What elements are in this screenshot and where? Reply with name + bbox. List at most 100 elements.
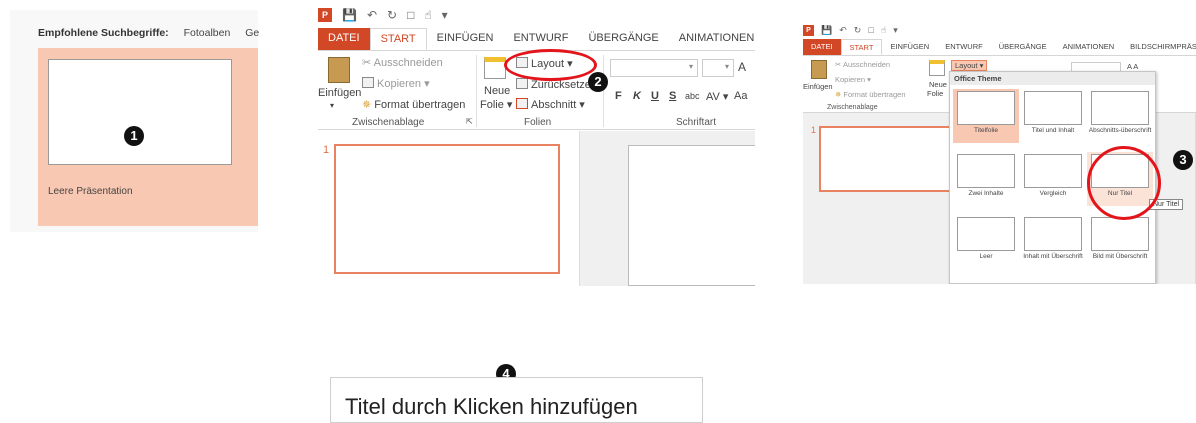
paste-button[interactable]: Einfügen [318, 87, 361, 99]
layout-thumbnail [1024, 154, 1082, 188]
layout-label: Vergleich [1039, 190, 1067, 197]
slide-thumbnail[interactable] [334, 144, 560, 274]
clipboard-dialog-launcher-icon[interactable]: ⇱ [466, 117, 473, 126]
shadow-button[interactable]: S [669, 90, 676, 102]
layout-option-leer[interactable]: Leer [953, 215, 1019, 269]
underline-button[interactable]: U [651, 90, 659, 102]
layout-option-bild-mit-ueberschrift[interactable]: Bild mit Überschrift [1087, 215, 1153, 269]
layout-option-titelfolie[interactable]: Titelfolie [953, 89, 1019, 143]
change-case-button[interactable]: Aa [734, 90, 747, 102]
cut-button[interactable]: ✂ Ausschneiden [362, 56, 443, 69]
quick-access-toolbar: P 💾 ↶ ↻ □ ☝ ▾ [318, 4, 448, 26]
slides-group-label: Folien [524, 117, 552, 128]
font-grow-shrink-buttons[interactable]: A A [1127, 62, 1138, 71]
strikethrough-button[interactable]: abc [685, 91, 700, 101]
highlight-ring [1087, 146, 1161, 220]
blank-presentation-tile[interactable]: 1 Leere Präsentation [38, 48, 258, 226]
blank-presentation-label: Leere Präsentation [48, 186, 133, 197]
slide-number: 1 [323, 144, 330, 156]
layout-gallery-panel: P 💾 ↶ ↻ □ ☝ ▾ DATEI START EINFÜGEN ENTWU… [803, 22, 1196, 284]
layout-option-inhalt-mit-ueberschrift[interactable]: Inhalt mit Überschrift [1020, 215, 1086, 269]
clipboard-group-label: Zwischenablage [352, 117, 425, 128]
redo-icon[interactable]: ↻ [854, 25, 862, 36]
tab-start[interactable]: START [840, 39, 883, 55]
suggested-search-truncated[interactable]: Ge [245, 27, 259, 39]
customize-qat-icon[interactable]: ▾ [442, 8, 448, 22]
undo-icon[interactable]: ↶ [839, 25, 847, 36]
chevron-down-icon: ▾ [724, 62, 729, 71]
tab-datei[interactable]: DATEI [318, 28, 370, 50]
layout-option-zwei-inhalte[interactable]: Zwei Inhalte [953, 152, 1019, 206]
bold-button[interactable]: F [615, 90, 622, 102]
touch-mode-icon[interactable]: ☝ [424, 8, 431, 22]
layout-label: Zwei Inhalte [968, 190, 1004, 197]
title-placeholder-box[interactable]: Titel durch Klicken hinzufügen [330, 377, 703, 423]
new-slide-label-1[interactable]: Neue [484, 85, 510, 97]
slide-editor-area [580, 131, 755, 286]
font-name-combobox[interactable]: ▾ [610, 59, 698, 77]
blank-presentation-thumbnail [48, 59, 232, 165]
tab-uebergaenge[interactable]: ÜBERGÄNGE [991, 39, 1055, 55]
format-painter-button[interactable]: ✵ Format übertragen [362, 98, 465, 111]
chevron-down-icon: ▾ [688, 62, 693, 71]
paste-button[interactable]: Einfügen [803, 82, 833, 91]
undo-icon[interactable]: ↶ [367, 8, 377, 22]
slide-canvas[interactable] [628, 145, 755, 286]
paste-icon[interactable] [811, 60, 827, 79]
font-group-label: Schriftart [676, 117, 717, 128]
tab-entwurf[interactable]: ENTWURF [937, 39, 991, 55]
present-icon[interactable]: □ [868, 25, 873, 35]
layout-option-titel-und-inhalt[interactable]: Titel und Inhalt [1020, 89, 1086, 143]
tab-animationen[interactable]: ANIMATIONEN [1055, 39, 1123, 55]
layout-button[interactable]: Layout ▾ [951, 60, 988, 71]
new-slide-icon[interactable] [484, 57, 506, 79]
font-size-combobox[interactable]: ▾ [702, 59, 734, 77]
layout-option-abschnittsueberschrift[interactable]: Abschnitts-überschrift [1087, 89, 1153, 143]
paste-icon[interactable] [328, 57, 350, 83]
step-marker-1: 1 [124, 126, 144, 146]
new-slide-button[interactable]: Folie ▾ [480, 98, 512, 111]
present-icon[interactable]: □ [407, 8, 414, 22]
tab-einfuegen[interactable]: EINFÜGEN [427, 28, 504, 50]
scissors-icon: ✂ [362, 57, 374, 69]
separator [603, 55, 604, 127]
save-icon[interactable]: 💾 [342, 8, 357, 22]
tab-entwurf[interactable]: ENTWURF [503, 28, 578, 50]
layout-option-vergleich[interactable]: Vergleich [1020, 152, 1086, 206]
new-slide-button[interactable]: Folie [927, 89, 943, 98]
italic-button[interactable]: K [633, 90, 641, 102]
separator [476, 55, 477, 127]
copy-button[interactable]: Kopieren ▾ [835, 75, 871, 84]
tab-einfuegen[interactable]: EINFÜGEN [882, 39, 937, 55]
quick-access-toolbar: P 💾 ↶ ↻ □ ☝ ▾ [803, 22, 898, 38]
copy-button[interactable]: Kopieren ▾ [362, 77, 430, 90]
redo-icon[interactable]: ↻ [387, 8, 397, 22]
slide-thumbnail[interactable] [819, 126, 967, 192]
step-marker-3: 3 [1173, 150, 1193, 170]
save-icon[interactable]: 💾 [821, 25, 832, 36]
powerpoint-logo-icon: P [803, 24, 814, 36]
tab-bildschirmpraesentation[interactable]: BILDSCHIRMPRÄSE [1122, 39, 1196, 55]
format-painter-button[interactable]: ✵ Format übertragen [835, 90, 906, 99]
paste-dropdown-icon[interactable]: ▾ [330, 101, 334, 110]
suggested-search-fotoalben[interactable]: Fotoalben [184, 27, 231, 39]
grow-font-button[interactable]: A [738, 60, 746, 74]
customize-qat-icon[interactable]: ▾ [893, 25, 898, 36]
tab-uebergaenge[interactable]: ÜBERGÄNGE [578, 28, 668, 50]
tab-animationen[interactable]: ANIMATIONEN [669, 28, 755, 50]
layout-thumbnail [1024, 91, 1082, 125]
tab-start[interactable]: START [369, 28, 427, 50]
powerpoint-ribbon-panel: P 💾 ↶ ↻ □ ☝ ▾ DATEI START EINFÜGEN ENTWU… [318, 4, 755, 286]
section-button[interactable]: Abschnitt ▾ [516, 98, 585, 111]
layout-label: Titel und Inhalt [1031, 127, 1075, 134]
tab-datei[interactable]: DATEI [803, 39, 841, 55]
new-slide-icon[interactable] [929, 60, 945, 76]
cut-button[interactable]: ✂ Ausschneiden [835, 60, 890, 69]
layout-thumbnail [957, 91, 1015, 125]
character-spacing-button[interactable]: AV ▾ [706, 90, 728, 103]
new-slide-label-1[interactable]: Neue [929, 80, 947, 89]
layout-label: Inhalt mit Überschrift [1023, 253, 1083, 260]
ribbon-tabs: DATEI START EINFÜGEN ENTWURF ÜBERGÄNGE A… [803, 39, 1196, 55]
touch-mode-icon[interactable]: ☝ [881, 25, 886, 36]
suggested-searches-label: Empfohlene Suchbegriffe: [38, 27, 169, 39]
